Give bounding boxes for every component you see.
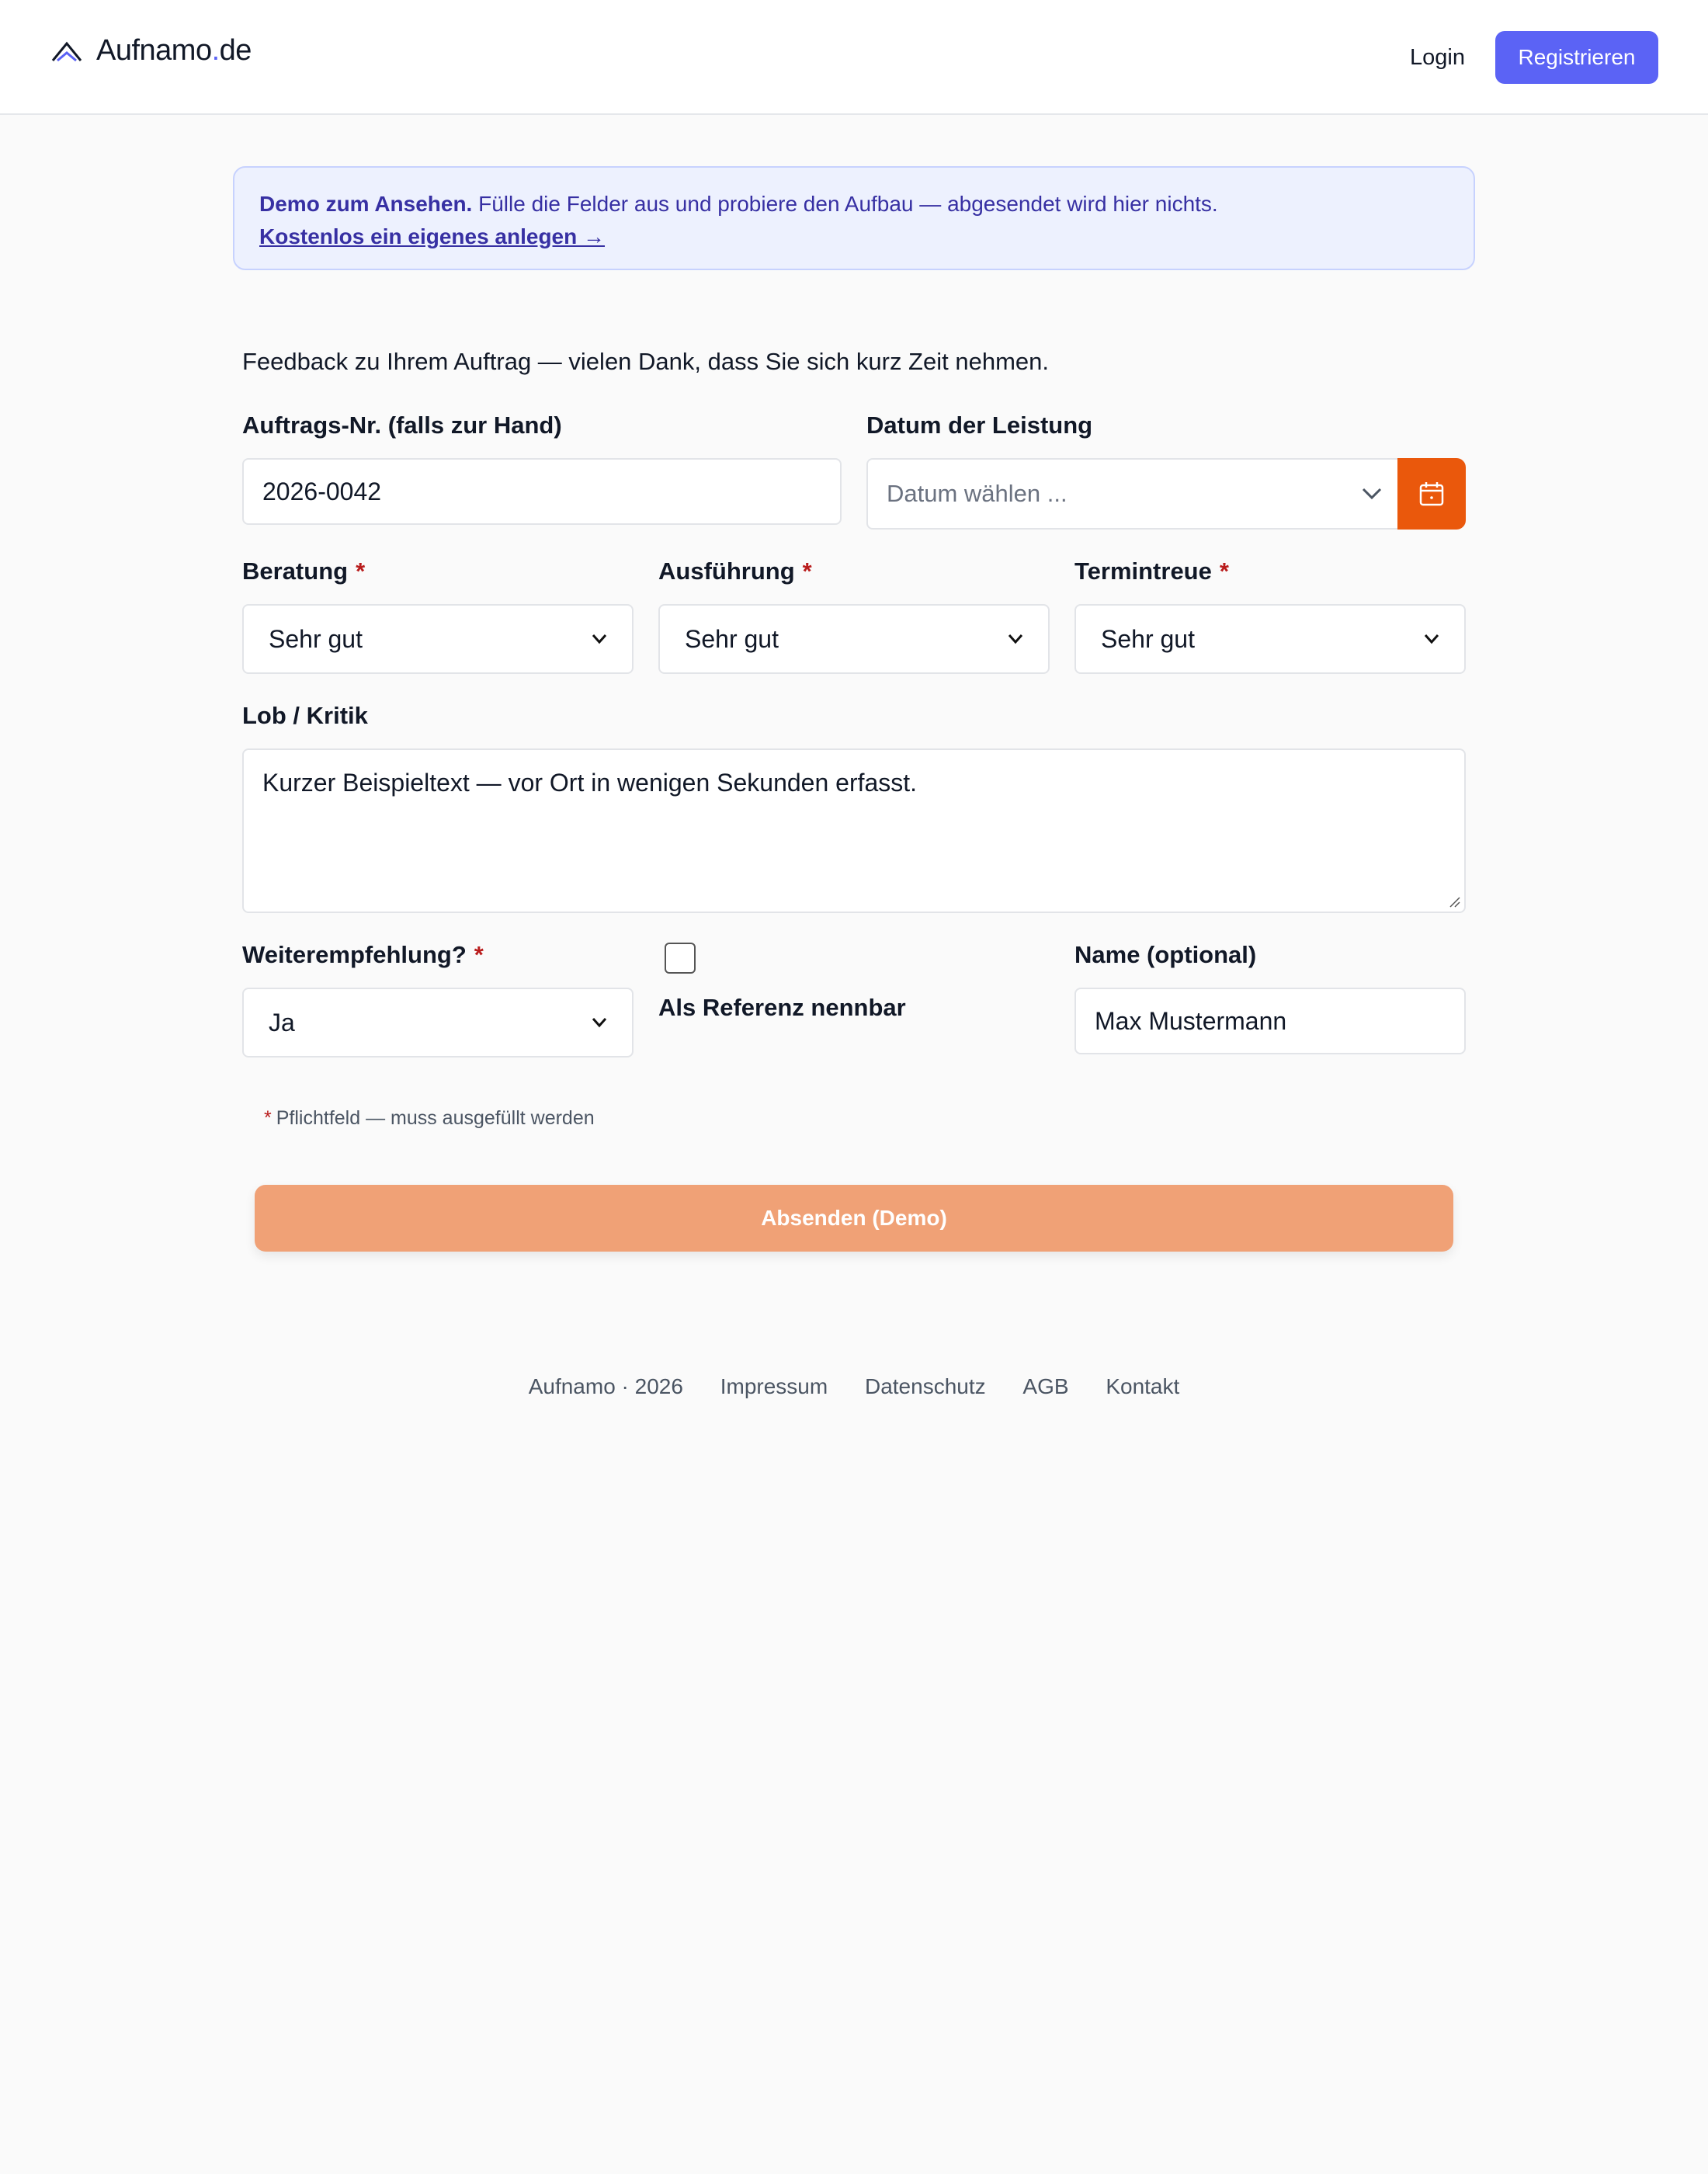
lob-kritik-textarea[interactable]: Kurzer Beispieltext — vor Ort in wenigen… (242, 748, 1466, 913)
beratung-label: Beratung * (242, 557, 366, 585)
date-picker: Datum wählen ... (866, 458, 1466, 530)
banner-text: Demo zum Ansehen. Fülle die Felder aus u… (259, 192, 1218, 216)
weiterempfehlung-label: Weiterempfehlung? * (242, 941, 484, 968)
demo-banner: Demo zum Ansehen. Fülle die Felder aus u… (233, 166, 1475, 270)
chevron-down-icon (1008, 634, 1023, 644)
footer-link-datenschutz[interactable]: Datenschutz (865, 1374, 986, 1398)
login-link[interactable]: Login (1410, 40, 1465, 75)
footer-link-impressum[interactable]: Impressum (720, 1374, 828, 1398)
brand-name: Aufnamo.de (96, 34, 252, 67)
footer-copyright: Aufnamo · 2026 (528, 1374, 683, 1398)
required-hint: * Pflichtfeld — muss ausgefüllt werden (264, 1107, 595, 1129)
chevron-down-icon (1362, 488, 1382, 500)
name-label: Name (optional) (1074, 941, 1257, 968)
chevron-down-icon (592, 634, 607, 644)
name-input[interactable]: Max Mustermann (1074, 988, 1466, 1054)
referenz-checkbox[interactable] (665, 943, 696, 974)
ausfuehrung-select[interactable]: Sehr gut (658, 604, 1050, 674)
ausfuehrung-label: Ausführung * (658, 557, 812, 585)
banner-strong: Demo zum Ansehen. (259, 192, 473, 216)
top-header: Aufnamo.de Login Registrieren (0, 0, 1708, 115)
termintreue-select[interactable]: Sehr gut (1074, 604, 1466, 674)
calendar-button[interactable] (1397, 458, 1466, 530)
resize-handle-icon[interactable] (1449, 896, 1461, 908)
form-intro: Feedback zu Ihrem Auftrag — vielen Dank,… (242, 348, 1049, 375)
create-own-link[interactable]: Kostenlos ein eigenes anlegen → (259, 224, 605, 248)
referenz-label: Als Referenz nennbar (658, 994, 906, 1021)
logo-icon (51, 41, 82, 61)
weiterempfehlung-select[interactable]: Ja (242, 988, 634, 1057)
beratung-select[interactable]: Sehr gut (242, 604, 634, 674)
order-number-input[interactable]: 2026-0042 (242, 458, 842, 525)
date-input[interactable]: Datum wählen ... (866, 458, 1401, 530)
chevron-down-icon (592, 1018, 607, 1028)
lob-kritik-label: Lob / Kritik (242, 702, 368, 729)
footer: Aufnamo · 2026 Impressum Datenschutz AGB… (0, 1374, 1708, 1399)
chevron-down-icon (1424, 634, 1439, 644)
submit-button[interactable]: Absenden (Demo) (255, 1185, 1453, 1252)
footer-link-kontakt[interactable]: Kontakt (1106, 1374, 1179, 1398)
register-button[interactable]: Registrieren (1495, 31, 1658, 84)
order-number-label: Auftrags-Nr. (falls zur Hand) (242, 412, 562, 439)
date-label: Datum der Leistung (866, 412, 1093, 439)
termintreue-label: Termintreue * (1074, 557, 1229, 585)
brand-logo-link[interactable]: Aufnamo.de (50, 34, 252, 68)
calendar-icon (1419, 482, 1444, 506)
footer-link-agb[interactable]: AGB (1022, 1374, 1068, 1398)
